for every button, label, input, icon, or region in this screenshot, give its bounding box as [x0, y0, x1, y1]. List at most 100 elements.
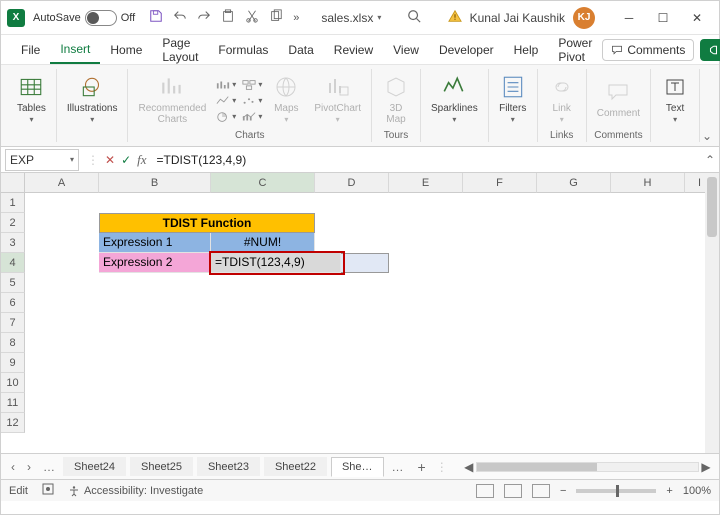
select-all-triangle[interactable]	[1, 173, 25, 193]
page-break-view-icon[interactable]	[532, 484, 550, 498]
text-button[interactable]: Text▾	[657, 71, 693, 127]
autosave-toggle[interactable]: AutoSave Off	[33, 10, 135, 26]
page-layout-view-icon[interactable]	[504, 484, 522, 498]
row-header-8[interactable]: 8	[1, 333, 25, 353]
close-button[interactable]: ✕	[681, 7, 713, 29]
comments-button[interactable]: Comments	[602, 39, 694, 61]
col-header-b[interactable]: B	[99, 173, 211, 193]
row-header-10[interactable]: 10	[1, 373, 25, 393]
undo-icon[interactable]	[173, 9, 187, 26]
tab-page-layout[interactable]: Page Layout	[152, 30, 208, 70]
row-header-3[interactable]: 3	[1, 233, 25, 253]
sheet-tab-3[interactable]: Sheet22	[264, 457, 327, 476]
col-header-g[interactable]: G	[537, 173, 611, 193]
horizontal-scrollbar[interactable]: ◀ ▶	[462, 460, 713, 474]
vertical-scrollbar[interactable]	[705, 173, 719, 453]
share-button[interactable]	[700, 39, 720, 61]
name-box[interactable]: EXP ▾	[5, 149, 79, 171]
tab-power-pivot[interactable]: Power Pivot	[548, 30, 602, 70]
spreadsheet-grid[interactable]: A B C D E F G H I 1 2 3 4 5 6 7 8 9 10 1…	[1, 173, 719, 453]
tab-formulas[interactable]: Formulas	[208, 37, 278, 63]
tables-button[interactable]: Tables▾	[13, 71, 50, 127]
scroll-right-icon[interactable]: ▶	[699, 460, 713, 474]
accessibility-status[interactable]: Accessibility: Investigate	[68, 485, 203, 497]
sheet-tab-1[interactable]: Sheet25	[130, 457, 193, 476]
warning-icon[interactable]	[448, 9, 462, 26]
row-header-7[interactable]: 7	[1, 313, 25, 333]
redo-icon[interactable]	[197, 9, 211, 26]
scroll-thumb[interactable]	[477, 463, 597, 471]
cell-b4[interactable]: Expression 2	[99, 253, 211, 273]
zoom-out-icon[interactable]: −	[560, 485, 566, 497]
pivotchart-button[interactable]: PivotChart▾	[310, 71, 365, 127]
save-icon[interactable]	[149, 9, 163, 26]
cell-c4-editing[interactable]: =TDIST(123,4,9)	[211, 253, 341, 273]
minimize-button[interactable]: ─	[613, 7, 645, 29]
tab-insert[interactable]: Insert	[50, 36, 100, 64]
pie-chart-icon[interactable]: ▾	[216, 111, 236, 123]
sheet-tab-0[interactable]: Sheet24	[63, 457, 126, 476]
row-header-4[interactable]: 4	[1, 253, 25, 273]
cut-icon[interactable]	[245, 9, 259, 26]
scatter-chart-icon[interactable]: ▾	[242, 95, 262, 107]
combo-chart-icon[interactable]: ▾	[242, 111, 262, 123]
paste-icon[interactable]	[221, 9, 235, 26]
illustrations-button[interactable]: Illustrations▾	[63, 71, 122, 127]
tab-developer[interactable]: Developer	[429, 37, 504, 63]
recommended-charts-button[interactable]: Recommended Charts	[134, 71, 210, 127]
col-header-e[interactable]: E	[389, 173, 463, 193]
fx-icon[interactable]: fx	[137, 152, 146, 168]
enter-icon[interactable]: ✓	[121, 153, 131, 167]
row-header-12[interactable]: 12	[1, 413, 25, 433]
cell-c3[interactable]: #NUM!	[211, 233, 315, 253]
tab-review[interactable]: Review	[324, 37, 383, 63]
normal-view-icon[interactable]	[476, 484, 494, 498]
cell-b3[interactable]: Expression 1	[99, 233, 211, 253]
chart-type-gallery-2[interactable]: ▾ ▾ ▾	[242, 75, 262, 123]
sheet-tab-2[interactable]: Sheet23	[197, 457, 260, 476]
row-header-1[interactable]: 1	[1, 193, 25, 213]
sheet-nav-next-icon[interactable]: ›	[23, 460, 35, 474]
col-header-f[interactable]: F	[463, 173, 537, 193]
sheet-tab-4[interactable]: She…	[331, 457, 384, 477]
comment-button[interactable]: Comment	[593, 76, 644, 121]
hierarchy-chart-icon[interactable]: ▾	[242, 79, 262, 91]
scroll-left-icon[interactable]: ◀	[462, 460, 476, 474]
row-header-6[interactable]: 6	[1, 293, 25, 313]
toggle-off-icon[interactable]	[85, 10, 117, 26]
tab-view[interactable]: View	[383, 37, 429, 63]
maximize-button[interactable]: ☐	[647, 7, 679, 29]
cancel-icon[interactable]: ✕	[105, 153, 115, 167]
workbook-filename[interactable]: sales.xlsx ▾	[321, 11, 381, 25]
expand-formula-bar-icon[interactable]: ⌃	[701, 153, 719, 167]
sheet-nav-prev-icon[interactable]: ‹	[7, 460, 19, 474]
sparklines-button[interactable]: Sparklines▾	[427, 71, 482, 127]
search-icon[interactable]	[407, 9, 421, 26]
chart-type-gallery[interactable]: ▾ ▾ ▾	[216, 75, 236, 123]
user-avatar[interactable]: KJ	[573, 7, 595, 29]
scroll-track[interactable]	[476, 462, 699, 472]
tab-file[interactable]: File	[11, 37, 50, 63]
line-chart-icon[interactable]: ▾	[216, 95, 236, 107]
sheet-overflow-icon[interactable]: …	[388, 460, 408, 474]
row-header-9[interactable]: 9	[1, 353, 25, 373]
ribbon-collapse-button[interactable]: ⌄	[699, 128, 715, 144]
formula-input[interactable]: =TDIST(123,4,9)	[151, 151, 701, 169]
link-button[interactable]: Link▾	[544, 71, 580, 127]
col-header-d[interactable]: D	[315, 173, 389, 193]
copy-icon[interactable]	[269, 9, 283, 26]
3d-map-button[interactable]: 3D Map	[378, 71, 414, 127]
zoom-slider[interactable]	[576, 489, 656, 493]
row-header-2[interactable]: 2	[1, 213, 25, 233]
col-header-c[interactable]: C	[211, 173, 315, 193]
bar-chart-icon[interactable]: ▾	[216, 79, 236, 91]
col-header-a[interactable]: A	[25, 173, 99, 193]
qat-more-icon[interactable]: »	[293, 12, 299, 24]
tab-data[interactable]: Data	[278, 37, 323, 63]
sheet-nav-more-icon[interactable]: …	[39, 460, 59, 474]
zoom-level[interactable]: 100%	[683, 485, 711, 497]
macro-record-icon[interactable]	[42, 483, 54, 498]
col-header-h[interactable]: H	[611, 173, 685, 193]
zoom-in-icon[interactable]: +	[666, 485, 672, 497]
maps-button[interactable]: Maps▾	[268, 71, 304, 127]
